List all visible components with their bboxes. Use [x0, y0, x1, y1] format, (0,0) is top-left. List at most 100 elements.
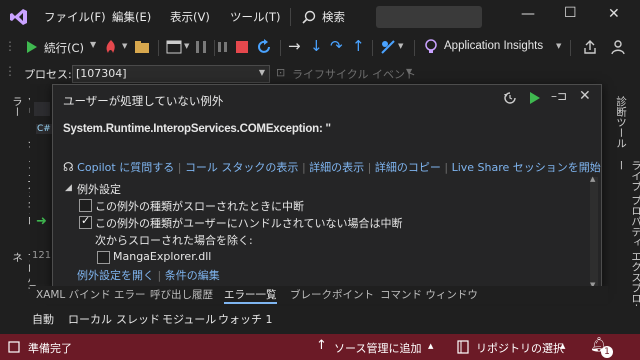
tab-locals[interactable]: ローカル [68, 311, 112, 327]
notification-count-badge: 1 [601, 346, 613, 358]
chevron-up-icon[interactable]: ▲ [428, 342, 433, 350]
side-tab-live-property-explorer[interactable]: ライブ プロパティ エクスプローラー [614, 160, 640, 330]
breakpoint-dropdown-icon[interactable]: ▼ [398, 42, 403, 50]
visual-studio-logo-icon[interactable] [10, 8, 28, 26]
break-when-thrown-label: この例外の種類がスローされたときに中断 [95, 200, 304, 213]
ask-copilot-link[interactable]: Copilot に質問する [77, 161, 174, 174]
dialog-close-icon[interactable]: ✕ [579, 88, 591, 104]
feedback-person-icon[interactable] [610, 39, 626, 55]
process-label: プロセス: [24, 68, 72, 81]
close-button[interactable]: ✕ [608, 6, 620, 22]
live-share-link[interactable]: Live Share セッションを開始 [452, 161, 601, 174]
link-separator: | [301, 161, 306, 174]
exception-dialog: ユーザーが処理していない例外 –⊐ ✕ System.Runtime.Inter… [52, 84, 602, 292]
dialog-title: ユーザーが処理していない例外 [63, 94, 224, 108]
show-next-statement-icon[interactable]: → [288, 37, 301, 55]
chevron-up-icon[interactable]: ▲ [560, 342, 565, 350]
maximize-button[interactable]: ☐ [564, 5, 577, 21]
link-separator: | [444, 161, 449, 174]
pause-icon[interactable] [194, 40, 208, 54]
history-icon[interactable] [503, 91, 517, 105]
manga-explorer-dll-label: MangaExplorer.dll [113, 250, 212, 263]
select-repository-button[interactable]: リポジトリの選択 [476, 340, 564, 356]
layout-dropdown-icon[interactable]: ▼ [184, 42, 189, 50]
step-over-icon[interactable]: ↷ [330, 37, 343, 55]
application-insights-button[interactable]: Application Insights [444, 40, 543, 52]
continue-dropdown-icon[interactable]: ▼ [90, 40, 96, 49]
tab-threads[interactable]: スレッド [116, 311, 160, 327]
csharp-file-badge: C# [36, 124, 52, 134]
menu-tools[interactable]: ツール(T) [230, 9, 281, 25]
tab-xaml-binding-errors[interactable]: XAML バインド エラー [36, 287, 145, 302]
folder-icon[interactable] [134, 40, 150, 54]
arrow-up-icon: ↑ [316, 338, 327, 353]
process-value: [107304] [76, 67, 127, 80]
manga-explorer-dll-checkbox[interactable] [97, 251, 110, 264]
toolbar-separator [372, 40, 373, 56]
hot-reload-dropdown-icon[interactable]: ▼ [122, 42, 127, 50]
status-bar: 準備完了 ↑ ソース管理に追加 ▲ リポジトリの選択 ▲ 🔔︎ 1 [0, 334, 640, 360]
tab-error-list[interactable]: エラー一覧 [224, 287, 277, 304]
show-call-stack-link[interactable]: コール スタックの表示 [185, 161, 299, 174]
lifecycle-dropdown-icon[interactable]: ▼ [406, 67, 412, 76]
step-out-icon[interactable]: ↑ [352, 37, 365, 55]
link-separator: | [157, 269, 162, 282]
ready-status-icon [8, 341, 20, 353]
window-layout-icon[interactable] [166, 40, 182, 54]
step-into-icon[interactable]: ↓ [310, 37, 323, 55]
exception-message: System.Runtime.InteropServices.COMExcept… [63, 123, 331, 135]
pin-icon[interactable]: –⊐ [551, 89, 567, 103]
menu-view[interactable]: 表示(V) [170, 9, 210, 25]
copilot-icon: ☊ [63, 160, 74, 174]
stop-icon[interactable] [236, 41, 248, 53]
open-exception-settings-link[interactable]: 例外設定を開く [77, 269, 154, 282]
break-when-thrown-checkbox[interactable] [79, 199, 92, 212]
search-label[interactable]: 検索 [322, 9, 345, 25]
tab-command-window[interactable]: コマンド ウィンドウ [380, 287, 478, 302]
break-all-icon[interactable] [216, 40, 230, 54]
toolbar-separator [158, 40, 159, 56]
continue-dialog-play-icon[interactable] [529, 91, 541, 105]
break-when-unhandled-label: この例外の種類がユーザーにハンドルされていない場合は中断 [95, 217, 403, 230]
collapse-triangle-icon[interactable]: ◢ [65, 183, 72, 193]
add-to-source-control-button[interactable]: ソース管理に追加 [334, 340, 421, 356]
menu-edit[interactable]: 編集(E) [112, 9, 151, 25]
toolbar-separator [570, 40, 571, 56]
lifecycle-events-button[interactable]: ライフサイクル イベント [292, 66, 416, 82]
tab-modules[interactable]: モジュール [162, 311, 216, 327]
search-box[interactable] [376, 6, 482, 28]
link-separator: | [177, 161, 182, 174]
continue-play-icon[interactable] [26, 40, 38, 54]
title-bar: ファイル(F) 編集(E) 表示(V) ツール(T) 検索 — ☐ ✕ [0, 0, 640, 34]
continue-button[interactable]: 続行(C) [44, 40, 84, 56]
tab-breakpoints[interactable]: ブレークポイント [290, 287, 374, 302]
tab-call-stack[interactable]: 呼び出し履歴 [150, 287, 213, 302]
checkmark-icon: ✓ [81, 214, 91, 227]
toolbar-grip: ⋮ [4, 64, 16, 78]
tab-watch-1[interactable]: ウォッチ 1 [218, 311, 273, 327]
dialog-action-links: ☊ Copilot に質問する | コール スタックの表示 | 詳細の表示 | … [63, 159, 601, 175]
insights-dropdown-icon[interactable]: ▼ [556, 42, 561, 50]
process-select[interactable]: [107304] ▼ [72, 65, 270, 83]
lifecycle-icon: ⊡ [276, 66, 286, 79]
edit-conditions-link[interactable]: 条件の編集 [165, 269, 220, 282]
exception-settings-heading: 例外設定 [77, 183, 121, 196]
status-ready: 準備完了 [28, 342, 72, 355]
toolbar-grip: ⋮ [4, 39, 16, 53]
repository-icon [457, 340, 469, 354]
search-icon[interactable] [302, 10, 316, 24]
hot-reload-icon[interactable] [103, 39, 119, 55]
lightbulb-icon[interactable] [424, 39, 438, 55]
breakpoint-settings-icon[interactable] [380, 39, 396, 55]
copy-details-link[interactable]: 詳細のコピー [375, 161, 441, 174]
minimize-button[interactable]: — [521, 6, 535, 22]
restart-icon[interactable] [256, 39, 272, 55]
dialog-scrollbar[interactable]: ▲ ▼ [590, 175, 598, 289]
share-icon[interactable] [582, 39, 598, 55]
menu-file[interactable]: ファイル(F) [44, 9, 106, 25]
side-tab-diagnostic-tools[interactable]: 診断ツール [614, 96, 629, 156]
view-details-link[interactable]: 詳細の表示 [309, 161, 364, 174]
break-when-unhandled-checkbox[interactable]: ✓ [79, 214, 92, 229]
tab-autos[interactable]: 自動 [32, 311, 54, 327]
scroll-up-icon[interactable]: ▲ [590, 175, 595, 183]
